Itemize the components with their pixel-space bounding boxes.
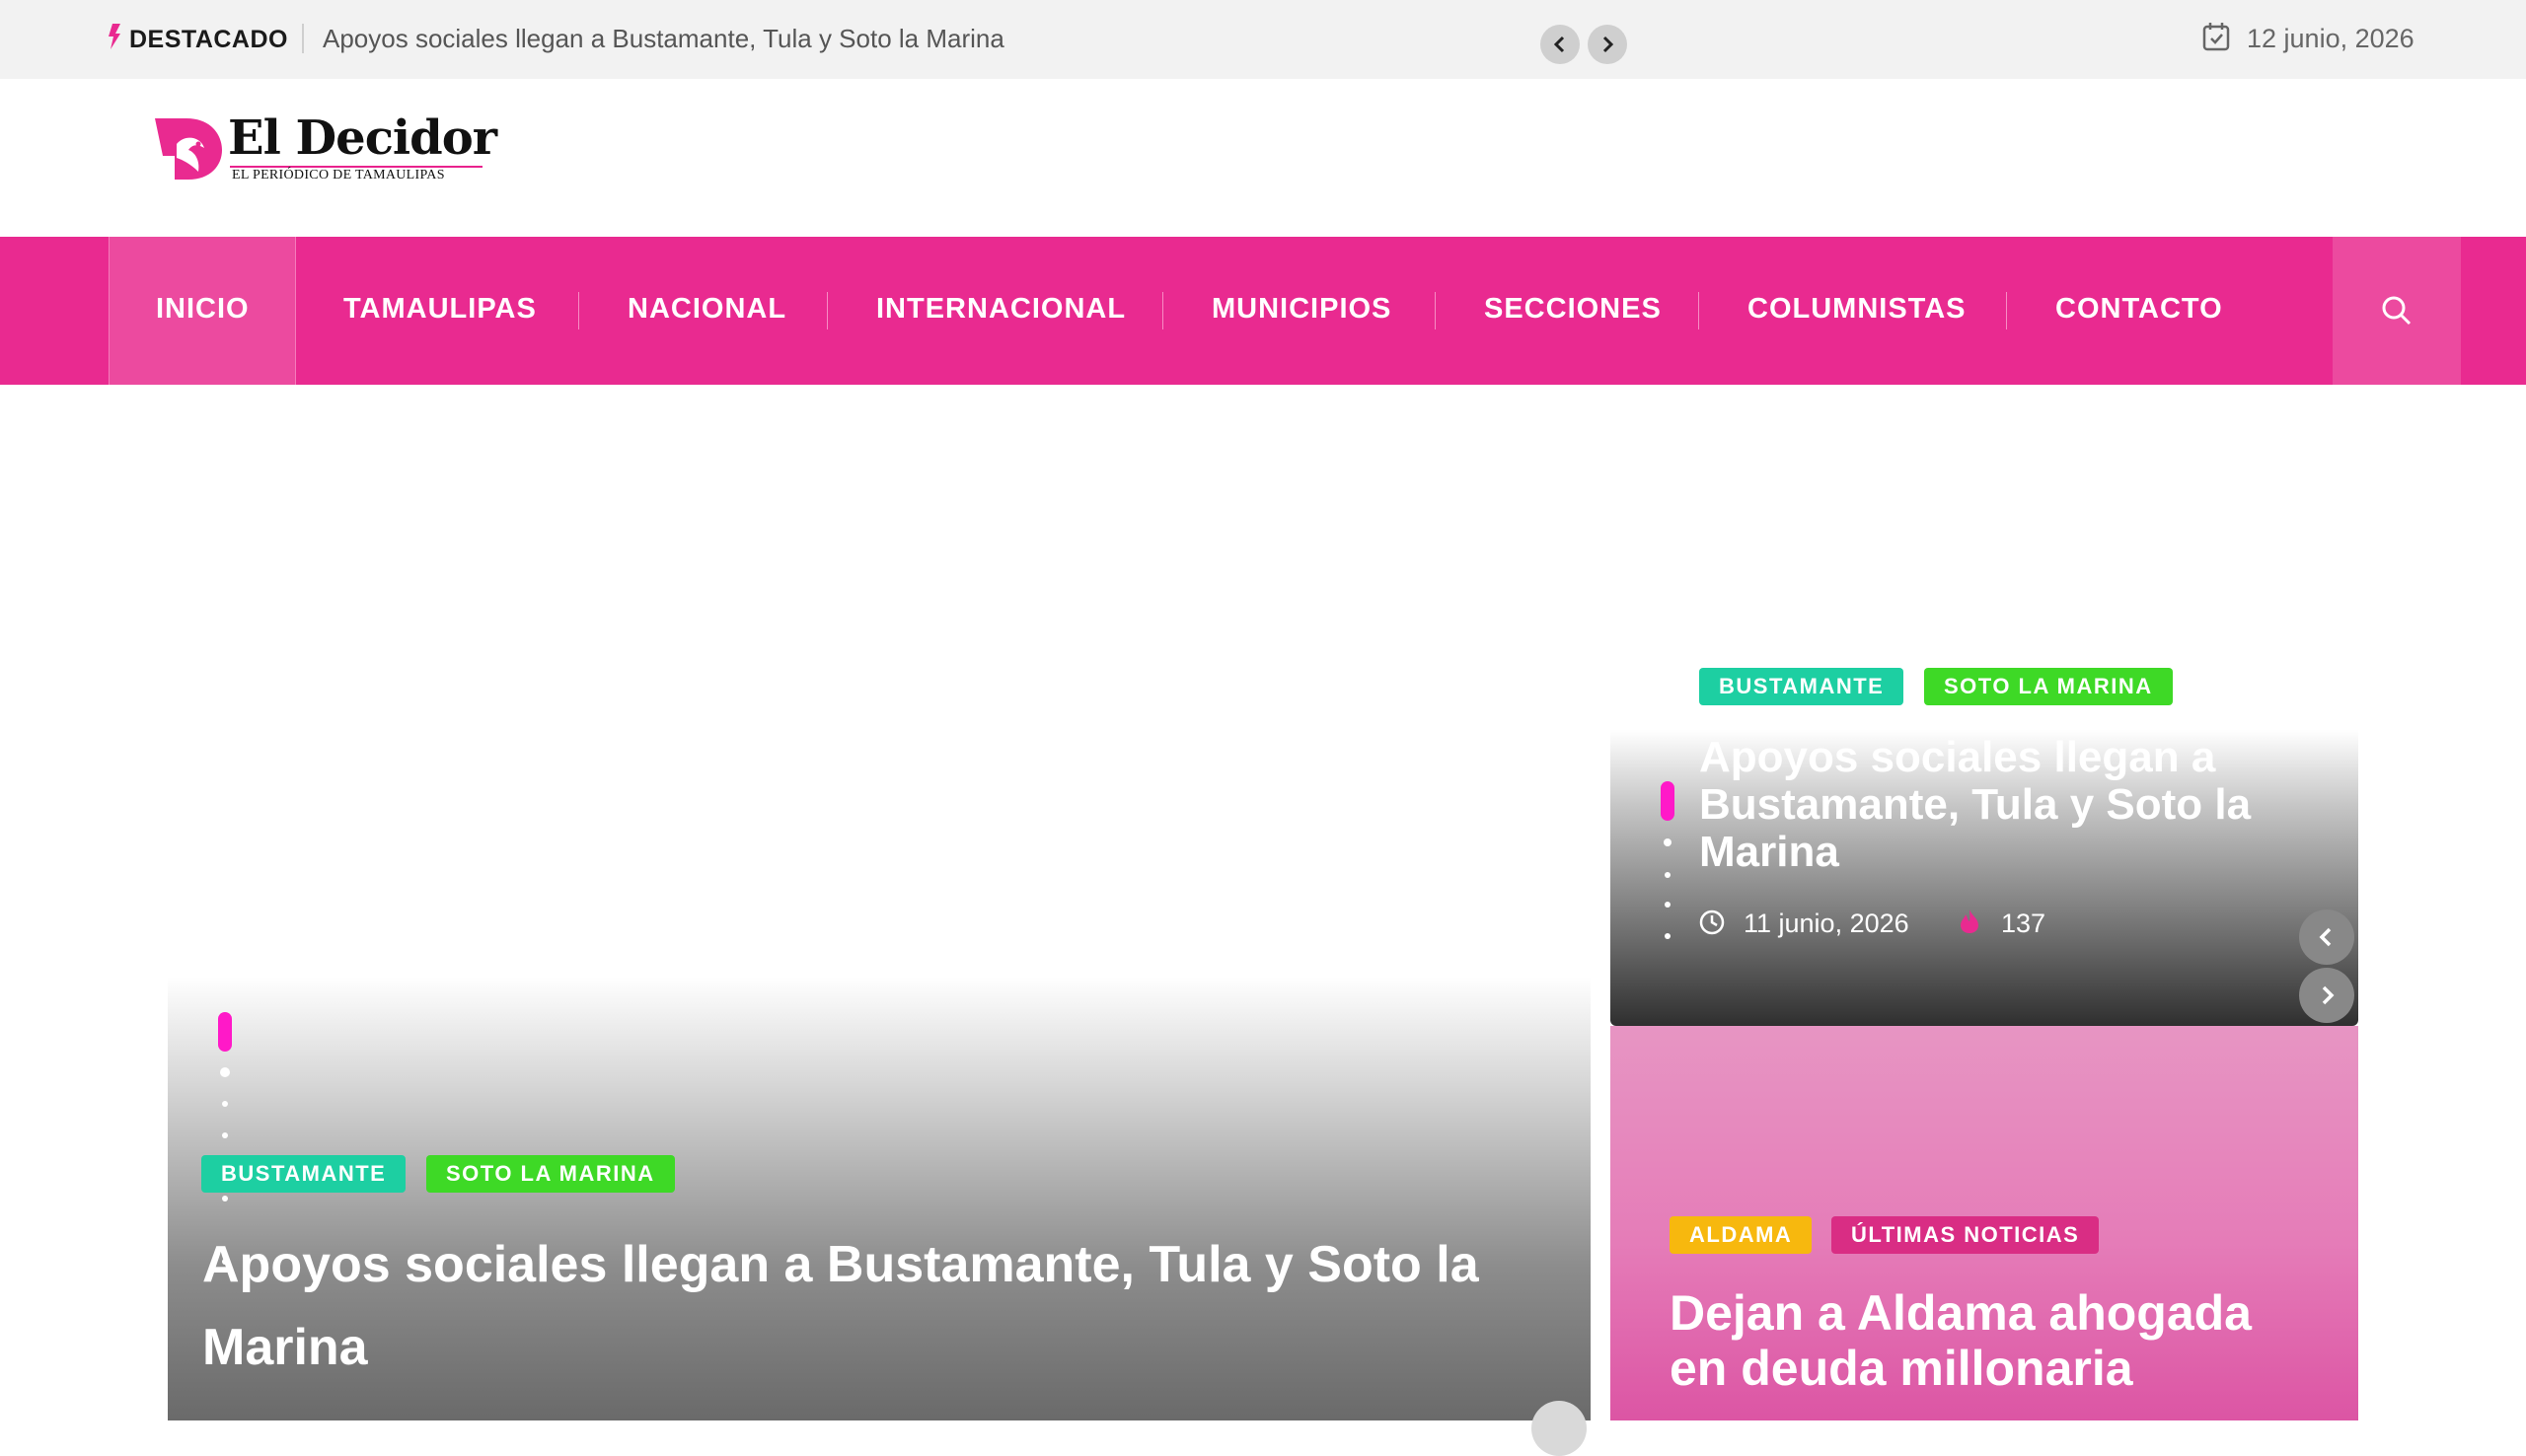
nav-divider bbox=[827, 292, 828, 329]
site-header: El Decidor EL PERIÓDICO DE TAMAULIPAS bbox=[0, 79, 2526, 237]
card1-tag-soto-la-marina[interactable]: SOTO LA MARINA bbox=[1924, 668, 2173, 705]
main-nav: INICIO TAMAULIPAS NACIONAL INTERNACIONAL… bbox=[0, 237, 2526, 385]
card2-tag-ultimas-noticias[interactable]: ÚLTIMAS NOTICIAS bbox=[1831, 1216, 2100, 1254]
featured-label: DESTACADO bbox=[129, 26, 288, 53]
card1-slider-dots bbox=[1661, 781, 1674, 949]
hero-tag-soto-la-marina[interactable]: SOTO LA MARINA bbox=[426, 1155, 675, 1193]
hero-tag-bustamante[interactable]: BUSTAMANTE bbox=[201, 1155, 407, 1193]
site-logo[interactable]: El Decidor EL PERIÓDICO DE TAMAULIPAS bbox=[155, 110, 497, 193]
logo-tagline: EL PERIÓDICO DE TAMAULIPAS bbox=[232, 168, 445, 182]
search-button[interactable] bbox=[2333, 237, 2461, 385]
card1-views: 137 bbox=[2001, 909, 2046, 938]
ticker-prev-button[interactable] bbox=[1540, 25, 1580, 64]
slider-dot[interactable] bbox=[222, 1132, 228, 1138]
card2-title[interactable]: Dejan a Aldama ahogada en deuda millonar… bbox=[1670, 1285, 2311, 1396]
divider bbox=[302, 24, 304, 53]
card2-tag-aldama[interactable]: ALDAMA bbox=[1670, 1216, 1813, 1254]
nav-divider bbox=[2006, 292, 2007, 329]
calendar-icon bbox=[2202, 23, 2230, 51]
nav-divider bbox=[1162, 292, 1163, 329]
ticker-next-button[interactable] bbox=[1588, 25, 1627, 64]
nav-divider bbox=[578, 292, 579, 329]
eagle-logo-icon bbox=[155, 118, 222, 180]
nav-item-municipios[interactable]: MUNICIPIOS bbox=[1212, 293, 1391, 326]
slider-dot[interactable] bbox=[1664, 838, 1672, 846]
clock-icon bbox=[1699, 910, 1725, 935]
card1-prev-button[interactable] bbox=[2299, 910, 2354, 965]
slider-dot[interactable] bbox=[1665, 933, 1671, 939]
slider-dot-active[interactable] bbox=[1661, 781, 1674, 821]
search-icon bbox=[2382, 296, 2412, 326]
chevron-right-icon bbox=[2322, 985, 2335, 1005]
slider-dot[interactable] bbox=[1665, 902, 1671, 908]
card1-tag-bustamante[interactable]: BUSTAMANTE bbox=[1699, 668, 1904, 705]
slider-dot[interactable] bbox=[222, 1101, 228, 1107]
card1-date: 11 junio, 2026 bbox=[1744, 909, 1909, 938]
card1-title[interactable]: Apoyos sociales llegan a Bustamante, Tul… bbox=[1699, 734, 2291, 876]
bolt-icon bbox=[109, 24, 120, 49]
slider-dot[interactable] bbox=[220, 1067, 230, 1077]
nav-item-contacto[interactable]: CONTACTO bbox=[2055, 293, 2223, 326]
hero-title[interactable]: Apoyos sociales llegan a Bustamante, Tul… bbox=[202, 1223, 1524, 1389]
nav-item-nacional[interactable]: NACIONAL bbox=[628, 293, 786, 326]
slider-dot[interactable] bbox=[222, 1196, 228, 1201]
ticker-headline[interactable]: Apoyos sociales llegan a Bustamante, Tul… bbox=[323, 24, 1004, 54]
hero-next-button[interactable] bbox=[1531, 1401, 1587, 1456]
nav-divider bbox=[1698, 292, 1699, 329]
logo-name: El Decidor bbox=[228, 110, 497, 166]
nav-item-columnistas[interactable]: COLUMNISTAS bbox=[1747, 293, 1967, 326]
chevron-left-icon bbox=[1553, 36, 1565, 53]
slider-dot-active[interactable] bbox=[218, 1012, 232, 1052]
nav-item-secciones[interactable]: SECCIONES bbox=[1484, 293, 1662, 326]
chevron-right-icon bbox=[1602, 36, 1614, 53]
chevron-left-icon bbox=[2319, 927, 2332, 947]
current-date: 12 junio, 2026 bbox=[2247, 24, 2415, 53]
nav-item-tamaulipas[interactable]: TAMAULIPAS bbox=[343, 293, 537, 326]
flame-icon bbox=[1961, 910, 1978, 933]
top-bar: DESTACADO Apoyos sociales llegan a Busta… bbox=[0, 0, 2526, 79]
nav-divider bbox=[1435, 292, 1436, 329]
card1-next-button[interactable] bbox=[2299, 968, 2354, 1023]
slider-dot[interactable] bbox=[1665, 872, 1671, 878]
nav-item-internacional[interactable]: INTERNACIONAL bbox=[876, 293, 1126, 326]
nav-item-inicio[interactable]: INICIO bbox=[156, 293, 250, 326]
